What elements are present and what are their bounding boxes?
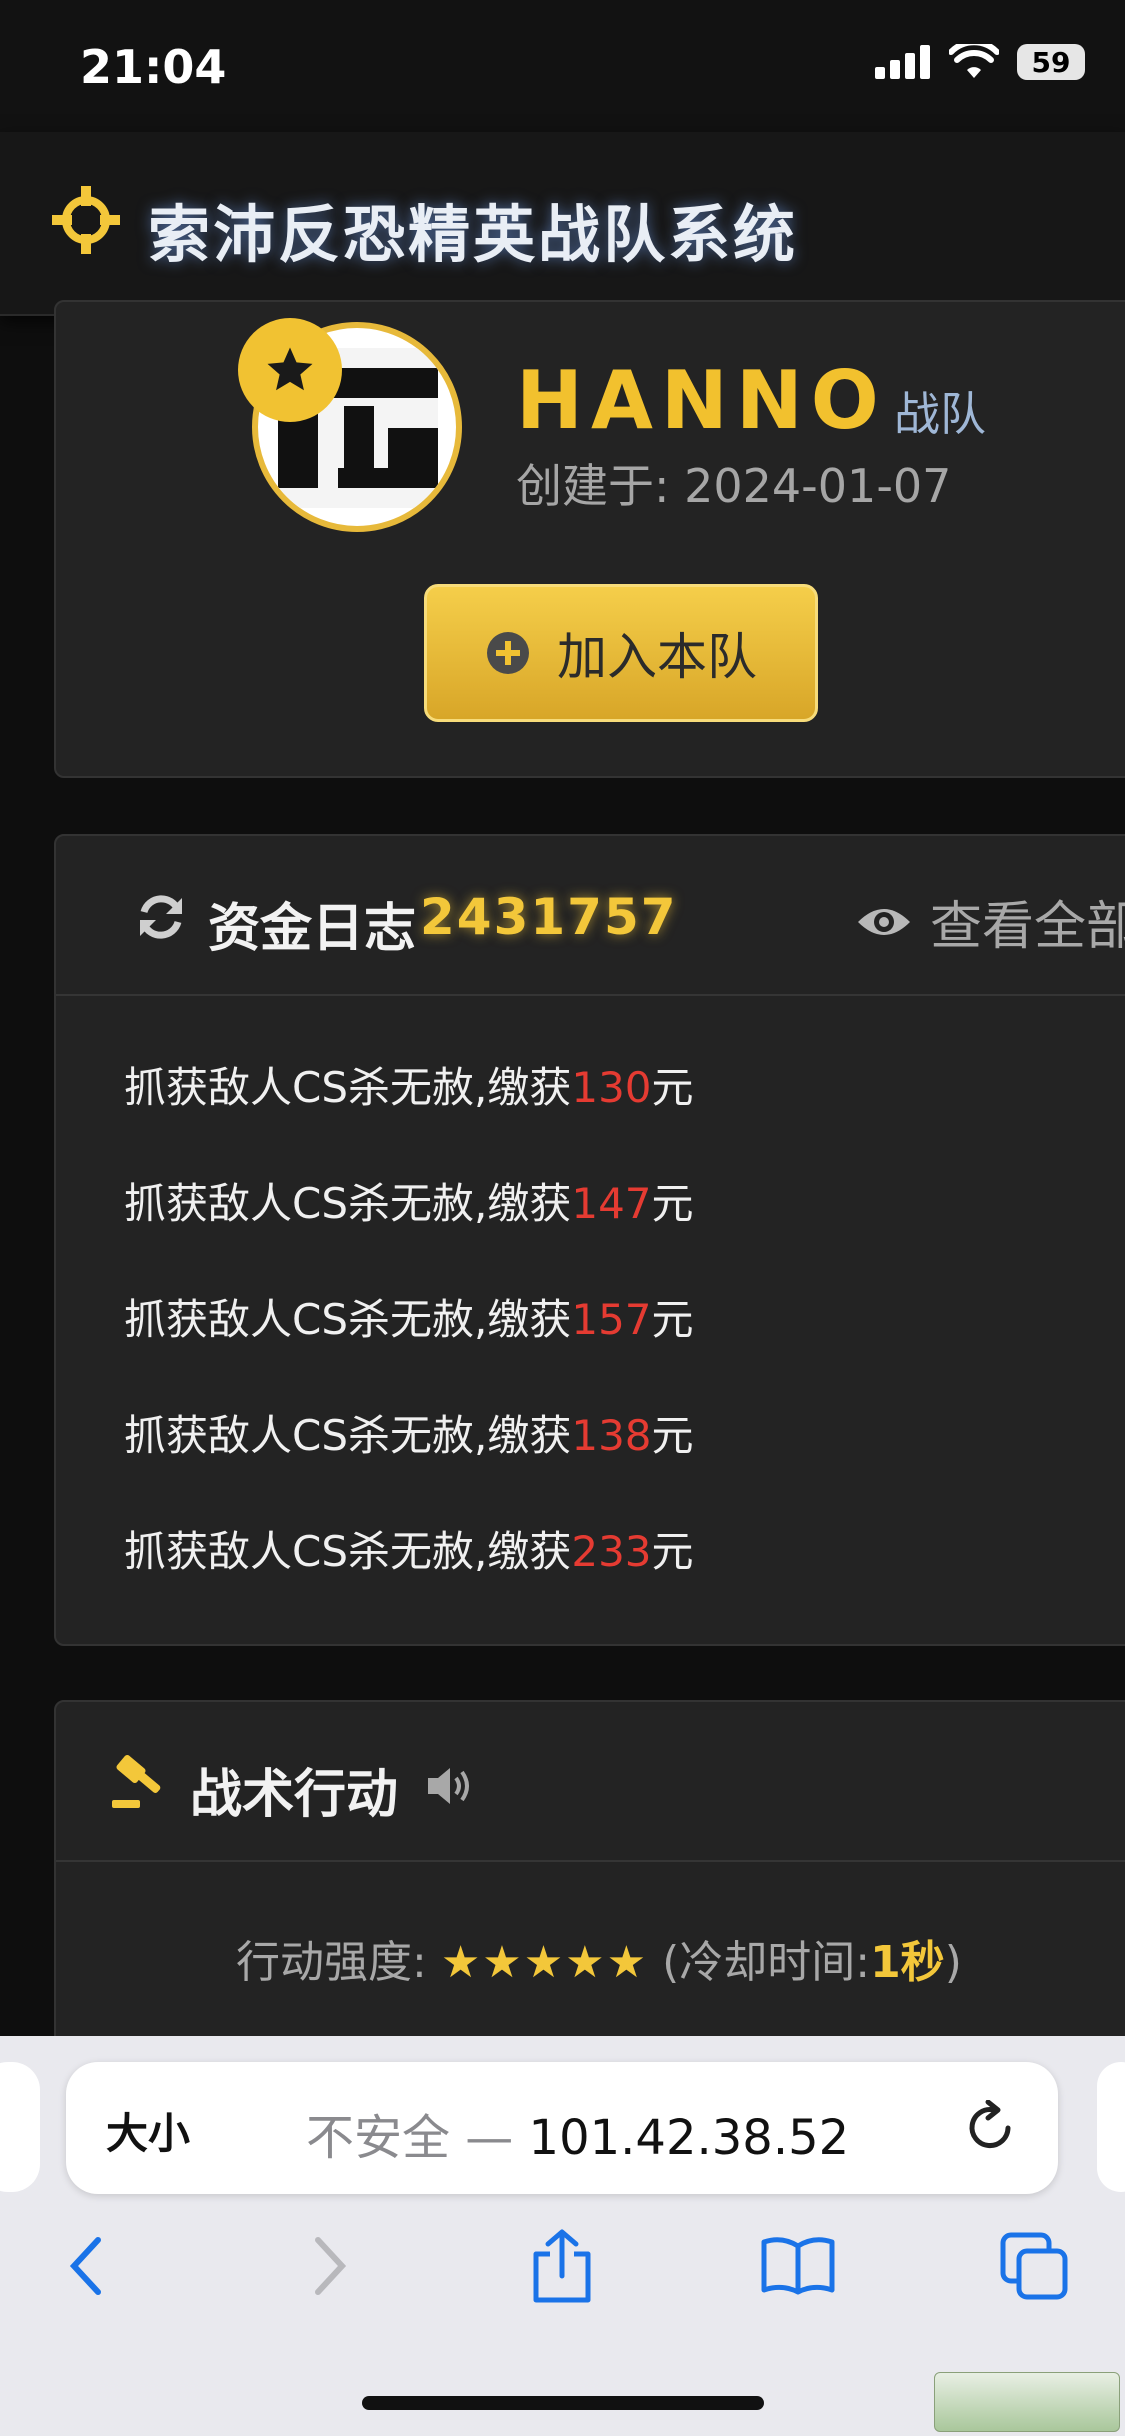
log-text: 抓获敌人CS杀无赦,缴获 bbox=[124, 1527, 572, 1576]
log-unit: 元 bbox=[651, 1295, 694, 1344]
bookmarks-button[interactable] bbox=[758, 2226, 838, 2306]
share-button[interactable] bbox=[522, 2226, 602, 2306]
list-item: 抓获敌人CS杀无赦,缴获130元 bbox=[124, 1054, 694, 1170]
action-intensity: 行动强度: ★★★★★ (冷却时间:1秒) bbox=[236, 1926, 962, 1990]
fund-log-header: 资金日志 2431757 查看全部 bbox=[56, 836, 1125, 996]
log-text: 抓获敌人CS杀无赦,缴获 bbox=[124, 1411, 572, 1460]
chevron-left-icon bbox=[69, 2237, 101, 2295]
tabs-button[interactable] bbox=[994, 2226, 1074, 2306]
insecure-label: 不安全 — bbox=[306, 2110, 529, 2166]
crosshair-icon bbox=[52, 186, 120, 254]
wifi-icon bbox=[949, 44, 999, 78]
tabs-icon bbox=[1000, 2232, 1068, 2300]
address-bar[interactable]: 大小 不安全 — 101.42.38.52 bbox=[66, 2062, 1058, 2194]
intensity-label: 行动强度: bbox=[236, 1937, 427, 1988]
fund-total: 2431757 bbox=[420, 888, 678, 946]
join-team-button[interactable]: 加入本队 bbox=[424, 584, 818, 722]
status-icons: 59 bbox=[875, 44, 1085, 80]
url-host: 101.42.38.52 bbox=[528, 2110, 850, 2166]
status-bar: 21:04 59 bbox=[0, 0, 1125, 132]
app-header: 索沛反恐精英战队系统 bbox=[0, 132, 1125, 316]
log-amount: 157 bbox=[571, 1295, 652, 1344]
log-unit: 元 bbox=[651, 1179, 694, 1228]
fund-log-list: 抓获敌人CS杀无赦,缴获130元 抓获敌人CS杀无赦,缴获147元 抓获敌人CS… bbox=[124, 1054, 694, 1634]
featured-badge bbox=[238, 318, 342, 422]
fund-log-card: 资金日志 2431757 查看全部 抓获敌人CS杀无赦,缴获130元 抓获敌人C… bbox=[54, 834, 1125, 1646]
eye-icon bbox=[858, 908, 910, 935]
log-unit: 元 bbox=[651, 1411, 694, 1460]
forward-button[interactable] bbox=[290, 2226, 370, 2306]
url-text: 不安全 — 101.42.38.52 bbox=[306, 2098, 849, 2168]
log-text: 抓获敌人CS杀无赦,缴获 bbox=[124, 1295, 572, 1344]
view-all-link[interactable]: 查看全部 bbox=[856, 884, 1125, 959]
previous-tab-preview[interactable] bbox=[0, 2062, 40, 2192]
list-item: 抓获敌人CS杀无赦,缴获233元 bbox=[124, 1518, 694, 1634]
battery-indicator: 59 bbox=[1017, 44, 1085, 80]
speaker-icon[interactable] bbox=[426, 1764, 478, 1808]
browser-nav-bar bbox=[0, 2226, 1125, 2346]
list-item: 抓获敌人CS杀无赦,缴获147元 bbox=[124, 1170, 694, 1286]
next-tab-preview[interactable] bbox=[1097, 2062, 1125, 2192]
plus-circle-icon bbox=[487, 632, 529, 674]
tactics-header: 战术行动 bbox=[56, 1702, 1125, 1862]
cooldown-label: (冷却时间: bbox=[662, 1937, 871, 1988]
team-card: HANNO 战队 创建于: 2024-01-07 加入本队 bbox=[54, 300, 1125, 778]
cooldown-close: ) bbox=[944, 1937, 962, 1988]
star-rating: ★★★★★ bbox=[440, 1937, 649, 1988]
log-text: 抓获敌人CS杀无赦,缴获 bbox=[124, 1179, 572, 1228]
log-unit: 元 bbox=[651, 1527, 694, 1576]
log-amount: 233 bbox=[571, 1527, 652, 1576]
home-indicator[interactable] bbox=[362, 2396, 764, 2410]
star-icon bbox=[267, 347, 313, 391]
share-icon bbox=[533, 2229, 591, 2303]
join-team-label: 加入本队 bbox=[557, 628, 757, 686]
created-date: 创建于: 2024-01-07 bbox=[516, 459, 952, 513]
log-amount: 138 bbox=[571, 1411, 652, 1460]
log-text: 抓获敌人CS杀无赦,缴获 bbox=[124, 1063, 572, 1112]
chevron-right-icon bbox=[315, 2237, 347, 2295]
cooldown-value: 1秒 bbox=[870, 1937, 945, 1988]
cellular-signal-icon bbox=[875, 45, 930, 79]
status-time: 21:04 bbox=[80, 40, 227, 94]
gavel-icon bbox=[112, 1754, 161, 1808]
team-name: HANNO bbox=[516, 354, 887, 447]
refresh-icon[interactable] bbox=[134, 890, 188, 944]
back-button[interactable] bbox=[46, 2226, 126, 2306]
view-all-label: 查看全部 bbox=[930, 897, 1125, 957]
list-item: 抓获敌人CS杀无赦,缴获157元 bbox=[124, 1286, 694, 1402]
team-suffix: 战队 bbox=[894, 387, 986, 441]
tactics-title: 战术行动 bbox=[190, 1765, 399, 1825]
text-size-button[interactable]: 大小 bbox=[106, 2100, 190, 2161]
book-icon bbox=[761, 2237, 835, 2295]
fund-log-title: 资金日志 bbox=[208, 899, 417, 959]
log-amount: 147 bbox=[571, 1179, 652, 1228]
log-amount: 130 bbox=[571, 1063, 652, 1112]
list-item: 抓获敌人CS杀无赦,缴获138元 bbox=[124, 1402, 694, 1518]
page-title: 索沛反恐精英战队系统 bbox=[148, 198, 799, 271]
log-unit: 元 bbox=[651, 1063, 694, 1112]
watermark-logo bbox=[934, 2372, 1120, 2432]
reload-icon[interactable] bbox=[962, 2100, 1018, 2156]
